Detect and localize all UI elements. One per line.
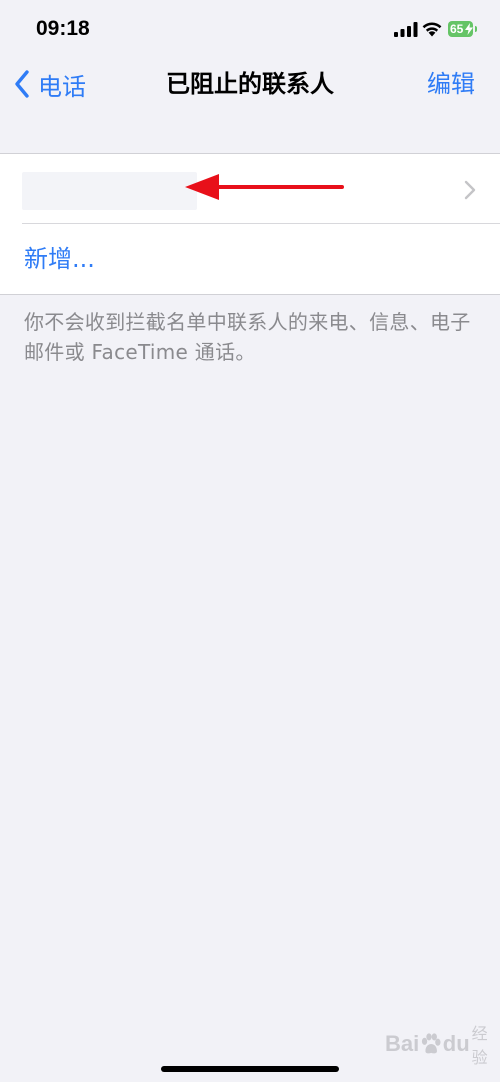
- back-button-label: 电话: [38, 72, 86, 101]
- watermark-text-sub: 经验: [471, 1024, 488, 1067]
- navigation-bar: 电话 已阻止的联系人 编辑: [0, 56, 500, 112]
- signal-icon: [394, 22, 418, 37]
- blocked-contacts-screen: 09:18 65 电话 已阻止的联系人 编辑 新增... 你不会收到拦截名单中联…: [0, 0, 500, 1082]
- red-arrow-annotation: [185, 174, 344, 200]
- wifi-icon: [422, 22, 442, 37]
- back-button[interactable]: 电话: [14, 66, 86, 102]
- blurred-contact-name: [22, 172, 197, 210]
- status-bar: 09:18 65: [0, 0, 500, 56]
- baidu-watermark: Bai du 经验: [385, 1024, 500, 1067]
- blocked-contacts-note: 你不会收到拦截名单中联系人的来电、信息、电子邮件或 FaceTime 通话。: [24, 310, 471, 364]
- add-new-row[interactable]: 新增...: [0, 224, 500, 294]
- paw-logo-icon: [422, 1033, 441, 1054]
- status-time: 09:18: [36, 17, 90, 40]
- watermark-text-left: Bai: [385, 1031, 420, 1056]
- charging-bolt-icon: [465, 23, 473, 35]
- chevron-left-icon: [15, 70, 29, 98]
- watermark-text-right: du: [442, 1031, 470, 1056]
- add-new-label: 新增...: [24, 245, 95, 273]
- battery-tip: [475, 26, 477, 32]
- home-indicator[interactable]: [161, 1066, 339, 1072]
- edit-button[interactable]: 编辑: [427, 66, 475, 102]
- chevron-right-icon: [464, 180, 476, 200]
- battery-icon: 65: [448, 21, 478, 37]
